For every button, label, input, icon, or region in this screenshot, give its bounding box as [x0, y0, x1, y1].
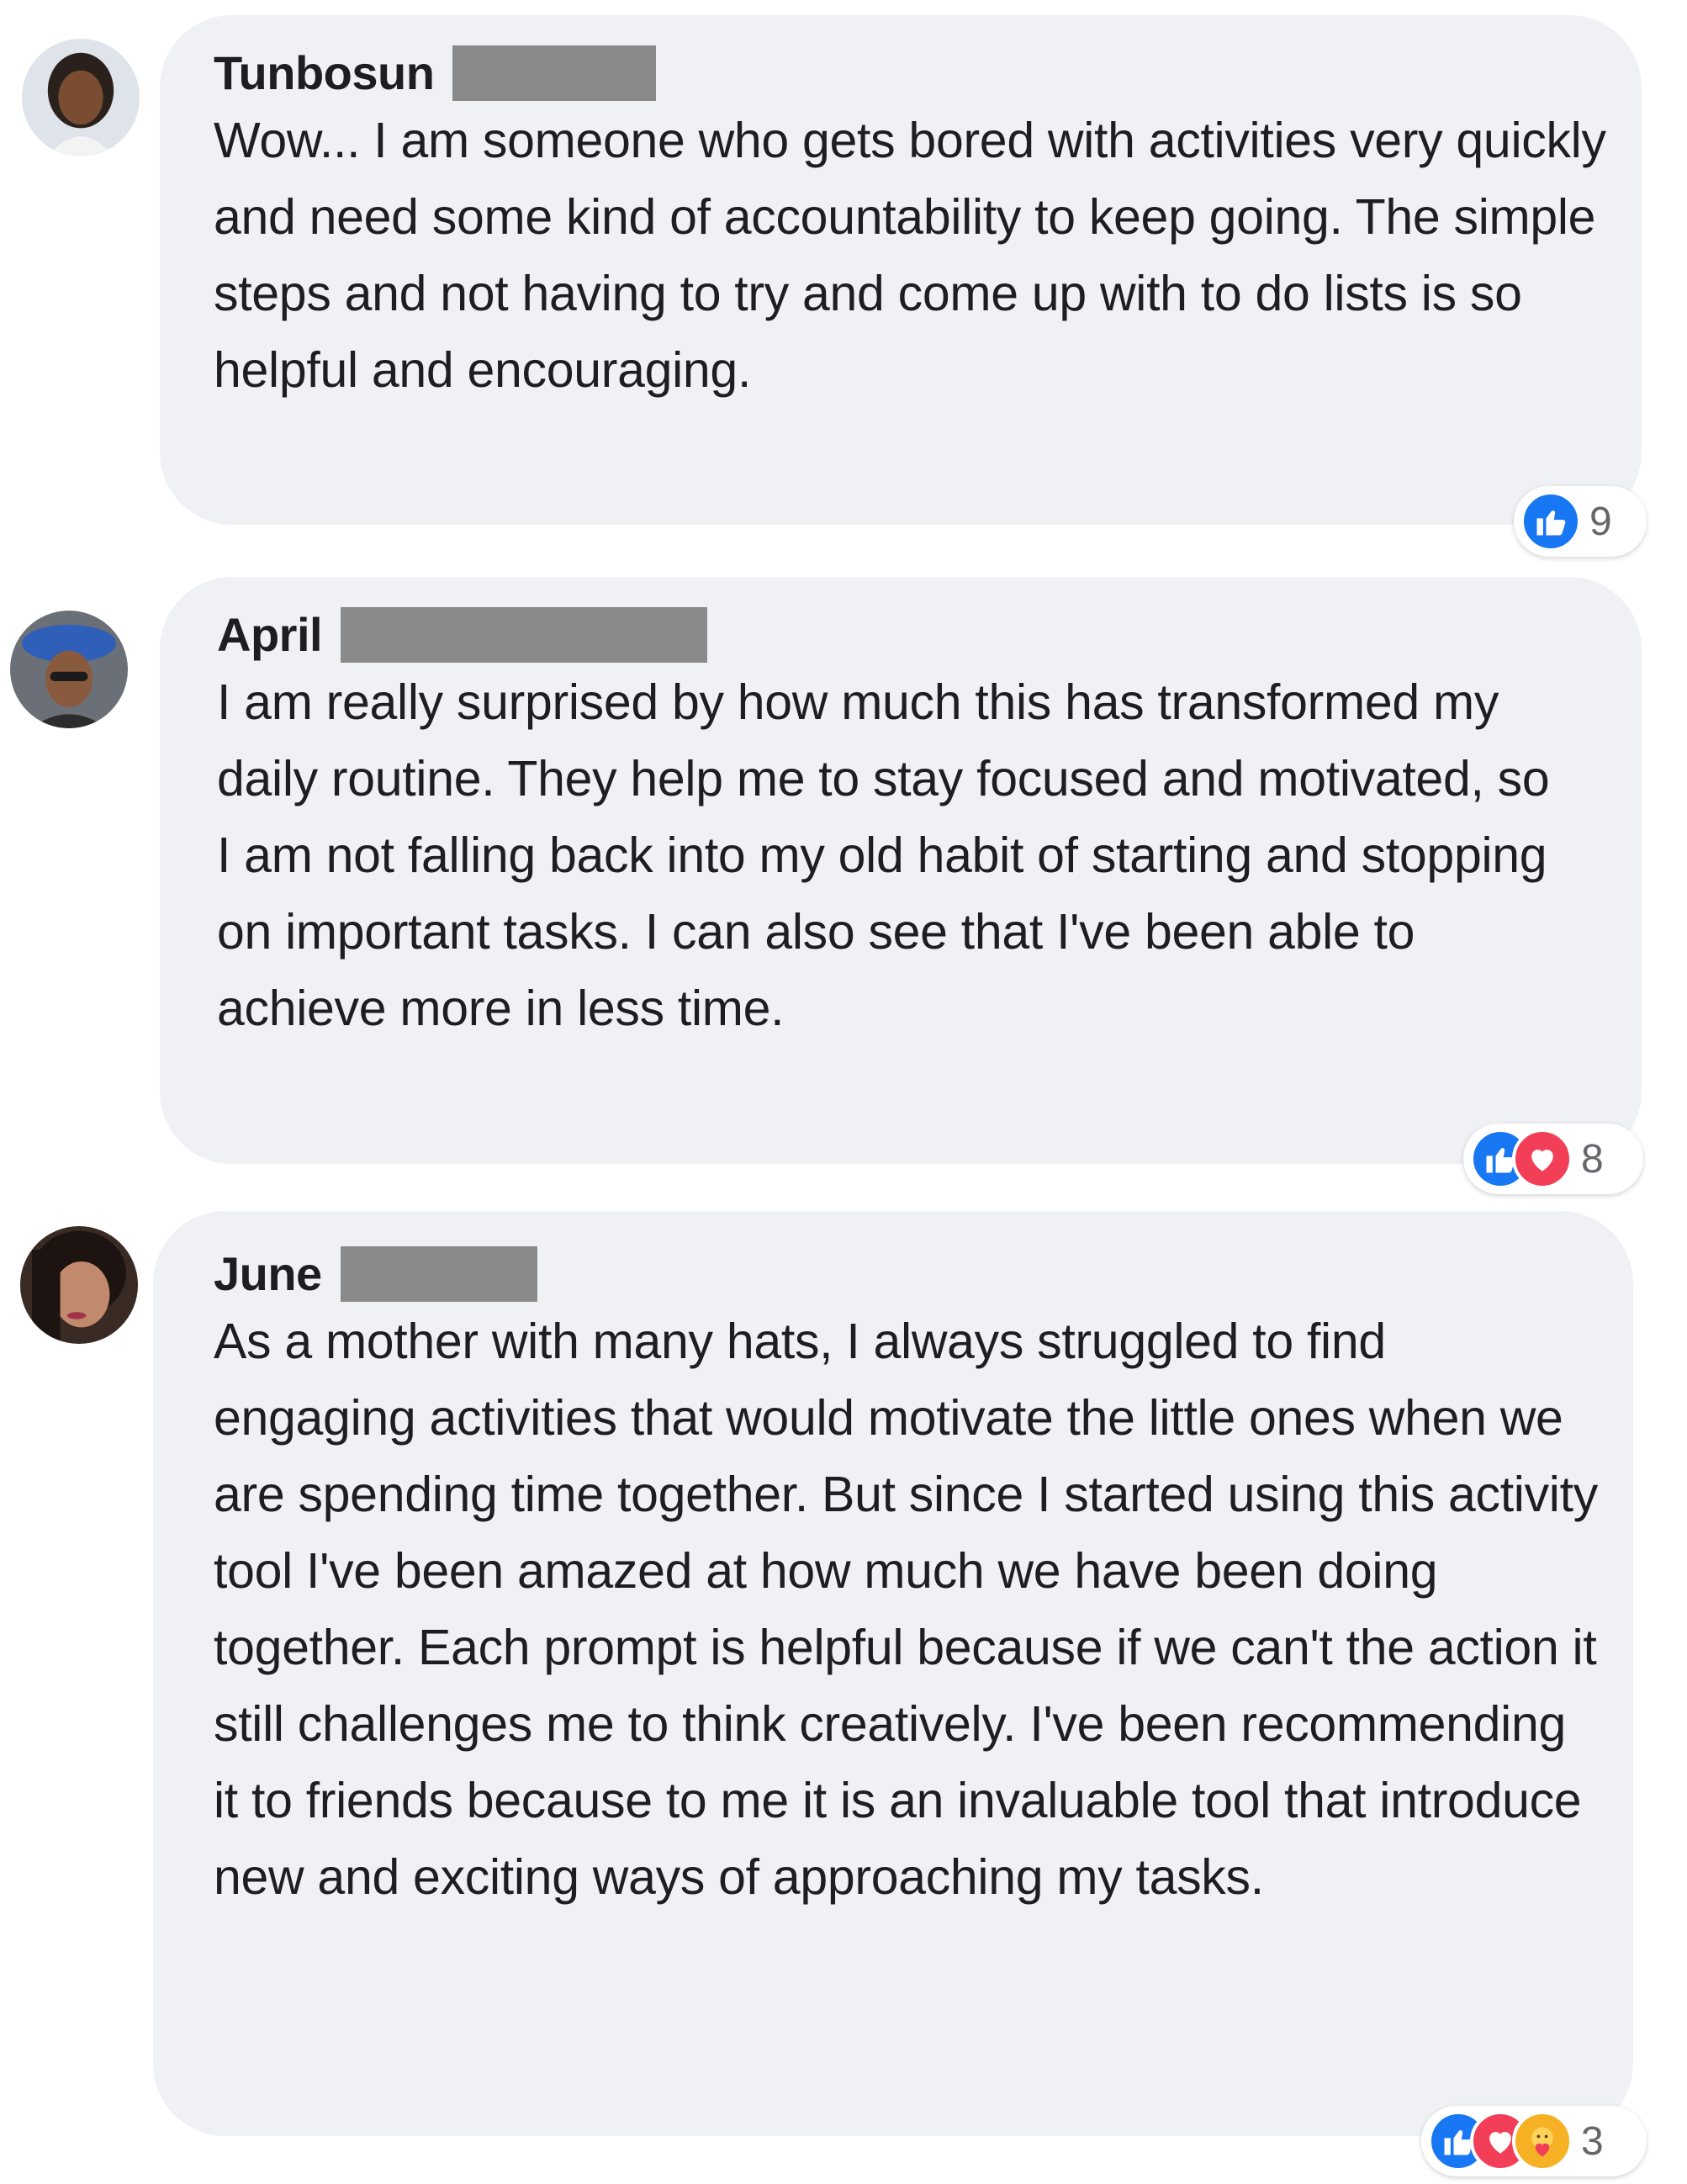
avatar[interactable] [20, 1226, 138, 1344]
avatar[interactable] [10, 611, 128, 728]
comment-bubble: April I am really surprised by how much … [160, 577, 1642, 1164]
author-name[interactable]: June [214, 1245, 322, 1304]
author-name[interactable]: Tunbosun [214, 44, 435, 103]
reaction-count: 3 [1581, 2118, 1604, 2164]
avatar-image [10, 611, 128, 728]
comment-author-row: June [214, 1245, 1600, 1304]
redacted-surname [452, 45, 657, 101]
reaction-summary[interactable]: 3 [1421, 2106, 1647, 2176]
reaction-summary[interactable]: 8 [1463, 1124, 1643, 1194]
comment-bubble: June As a mother with many hats, I alway… [153, 1211, 1633, 2136]
redacted-surname [341, 607, 708, 663]
avatar[interactable] [22, 39, 140, 156]
comment-author-row: April [217, 605, 1608, 664]
comment-text: I am really surprised by how much this h… [217, 674, 1550, 1036]
comment-text: As a mother with many hats, I always str… [214, 1314, 1598, 1905]
comment-bubble: Tunbosun Wow... I am someone who gets bo… [160, 15, 1642, 525]
reaction-count: 9 [1589, 499, 1612, 544]
love-icon [1512, 1129, 1573, 1189]
like-icon [1520, 491, 1581, 552]
comment-text: Wow... I am someone who gets bored with … [214, 113, 1606, 398]
author-name[interactable]: April [217, 605, 323, 664]
comment-author-row: Tunbosun [214, 44, 1608, 103]
redacted-surname [340, 1246, 537, 1302]
reaction-count: 8 [1581, 1136, 1604, 1182]
reaction-summary[interactable]: 9 [1514, 486, 1647, 557]
avatar-image [20, 1226, 138, 1344]
care-icon [1512, 2111, 1573, 2171]
avatar-image [22, 39, 140, 156]
